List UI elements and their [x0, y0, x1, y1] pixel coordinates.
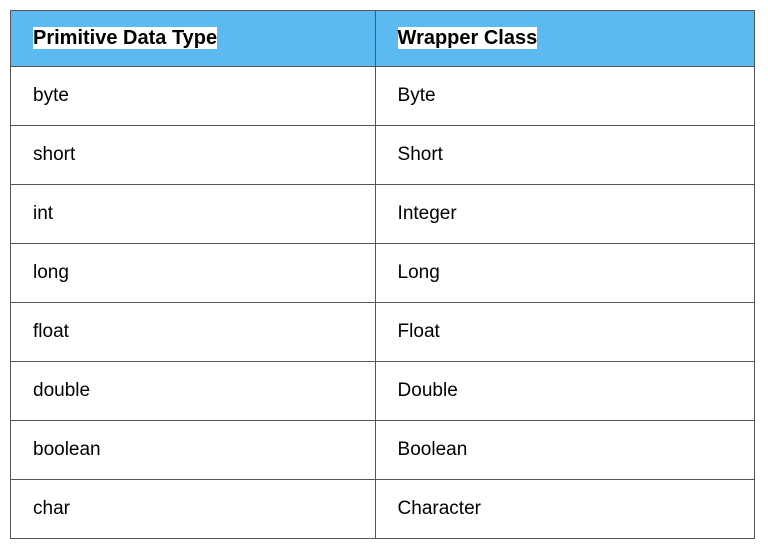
table-row: double Double	[11, 362, 755, 421]
header-wrapper-label: Wrapper Class	[398, 27, 538, 49]
header-primitive: Primitive Data Type	[11, 11, 376, 67]
cell-primitive: long	[11, 244, 376, 303]
cell-wrapper: Double	[375, 362, 754, 421]
table-row: int Integer	[11, 185, 755, 244]
cell-wrapper: Integer	[375, 185, 754, 244]
cell-primitive: byte	[11, 67, 376, 126]
table-row: float Float	[11, 303, 755, 362]
header-wrapper: Wrapper Class	[375, 11, 754, 67]
primitive-wrapper-table: Primitive Data Type Wrapper Class byte B…	[10, 10, 755, 539]
cell-primitive: double	[11, 362, 376, 421]
cell-primitive: float	[11, 303, 376, 362]
cell-wrapper: Float	[375, 303, 754, 362]
cell-wrapper: Short	[375, 126, 754, 185]
table-row: char Character	[11, 480, 755, 539]
cell-primitive: int	[11, 185, 376, 244]
cell-primitive: short	[11, 126, 376, 185]
cell-wrapper: Long	[375, 244, 754, 303]
table-header-row: Primitive Data Type Wrapper Class	[11, 11, 755, 67]
cell-primitive: boolean	[11, 421, 376, 480]
table-row: long Long	[11, 244, 755, 303]
table-row: boolean Boolean	[11, 421, 755, 480]
table-row: byte Byte	[11, 67, 755, 126]
cell-wrapper: Character	[375, 480, 754, 539]
cell-wrapper: Byte	[375, 67, 754, 126]
table-row: short Short	[11, 126, 755, 185]
header-primitive-label: Primitive Data Type	[33, 27, 217, 49]
cell-wrapper: Boolean	[375, 421, 754, 480]
cell-primitive: char	[11, 480, 376, 539]
